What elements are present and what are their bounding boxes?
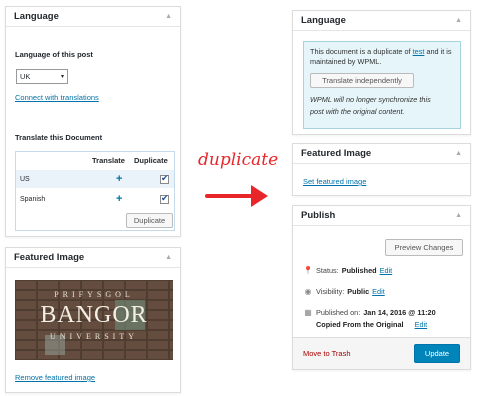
- collapse-toggle-icon[interactable]: ▲: [165, 13, 172, 20]
- chevron-down-icon: ▾: [60, 74, 64, 80]
- original-post-link[interactable]: test: [413, 47, 425, 56]
- col-translate-header: Translate: [92, 156, 125, 165]
- row-language-label: US: [20, 175, 30, 183]
- language-metabox-header[interactable]: Language ▲: [6, 7, 180, 27]
- image-text-bottom: UNIVERSITY: [50, 332, 138, 341]
- notice-italic-line-2: post with the original content.: [310, 107, 405, 116]
- duplicate-annotation-label: duplicate: [198, 150, 279, 170]
- image-text-main: BANGOR: [40, 302, 148, 328]
- translate-independently-button[interactable]: Translate independently: [310, 73, 414, 88]
- visibility-label: Visibility:: [316, 287, 345, 296]
- published-value: Jan 14, 2016 @ 11:20: [363, 308, 436, 317]
- notice-text: This document is a duplicate of test and…: [310, 47, 460, 67]
- featured-image[interactable]: PRIFYSGOL BANGOR UNIVERSITY: [15, 280, 173, 360]
- publish-header[interactable]: Publish ▲: [293, 206, 470, 226]
- edit-visibility-link[interactable]: Edit: [372, 287, 385, 296]
- publish-metabox: Publish ▲ Preview Changes 📍 Status: Publ…: [292, 205, 471, 370]
- remove-featured-image-link[interactable]: Remove featured image: [15, 373, 95, 382]
- notice-italic-line-1: WPML will no longer synchronize this: [310, 95, 431, 104]
- move-to-trash-link[interactable]: Move to Trash: [303, 349, 351, 358]
- featured-image-metabox-original: Featured Image ▲ PRIFYSGOL BANGOR UNIVER…: [5, 247, 181, 393]
- featured-image-header[interactable]: Featured Image ▲: [6, 248, 180, 268]
- update-button[interactable]: Update: [414, 344, 460, 363]
- notice-prefix: This document is a duplicate of: [310, 47, 411, 56]
- featured-image-header[interactable]: Featured Image ▲: [293, 144, 470, 164]
- col-duplicate-header: Duplicate: [134, 156, 168, 165]
- featured-image-metabox-duplicate: Featured Image ▲ Set featured image: [292, 143, 471, 196]
- collapse-toggle-icon[interactable]: ▲: [455, 150, 462, 157]
- publish-footer: Move to Trash Update: [293, 337, 470, 369]
- translation-table: Translate Duplicate US + Spanish + Dupli…: [15, 151, 175, 231]
- arrow-right-icon: [205, 185, 268, 207]
- collapse-toggle-icon[interactable]: ▲: [455, 17, 462, 24]
- language-metabox-title: Language: [301, 15, 346, 26]
- edit-status-link[interactable]: Edit: [380, 266, 393, 275]
- featured-image-title: Featured Image: [14, 252, 85, 263]
- copied-label: Copied From the Original: [316, 320, 404, 329]
- add-translation-icon[interactable]: +: [116, 174, 122, 185]
- pin-icon: 📍: [303, 266, 313, 275]
- visibility-row: ◉ Visibility: Public Edit: [303, 287, 385, 296]
- collapse-toggle-icon[interactable]: ▲: [165, 254, 172, 261]
- published-on-row: ▦ Published on: Jan 14, 2016 @ 11:20: [303, 308, 436, 317]
- row-language-label: Spanish: [20, 195, 46, 203]
- add-translation-icon[interactable]: +: [116, 194, 122, 205]
- eye-icon: ◉: [304, 287, 312, 296]
- featured-image-title: Featured Image: [301, 148, 372, 159]
- status-value: Published: [341, 266, 377, 275]
- table-row: US +: [16, 170, 174, 188]
- language-metabox-header[interactable]: Language ▲: [293, 11, 470, 31]
- preview-changes-button[interactable]: Preview Changes: [385, 239, 463, 256]
- edit-published-link[interactable]: Edit: [415, 320, 428, 329]
- language-metabox-title: Language: [14, 11, 59, 22]
- language-select-value: UK: [20, 72, 31, 81]
- duplicate-notice: This document is a duplicate of test and…: [303, 41, 461, 129]
- translate-document-label: Translate this Document: [15, 133, 103, 142]
- publish-title: Publish: [301, 210, 336, 221]
- language-metabox-duplicate: Language ▲ This document is a duplicate …: [292, 10, 471, 135]
- duplicate-checkbox[interactable]: [160, 173, 169, 184]
- image-text-top: PRIFYSGOL: [54, 290, 134, 299]
- language-select[interactable]: UK ▾: [16, 69, 68, 84]
- status-row: 📍 Status: Published Edit: [303, 266, 392, 275]
- published-label: Published on:: [316, 308, 361, 317]
- status-label: Status:: [316, 266, 339, 275]
- language-metabox-original: Language ▲ Language of this post UK ▾ Co…: [5, 6, 181, 237]
- calendar-icon: ▦: [304, 308, 312, 317]
- duplicate-checkbox[interactable]: [160, 193, 169, 204]
- table-row: Spanish +: [16, 190, 174, 208]
- set-featured-image-link[interactable]: Set featured image: [303, 177, 366, 186]
- duplicate-button[interactable]: Duplicate: [126, 213, 173, 228]
- visibility-value: Public: [347, 287, 370, 296]
- language-of-post-label: Language of this post: [15, 50, 93, 59]
- connect-translations-link[interactable]: Connect with translations: [15, 93, 99, 102]
- copied-from-row: Copied From the Original Edit: [316, 320, 427, 329]
- collapse-toggle-icon[interactable]: ▲: [455, 212, 462, 219]
